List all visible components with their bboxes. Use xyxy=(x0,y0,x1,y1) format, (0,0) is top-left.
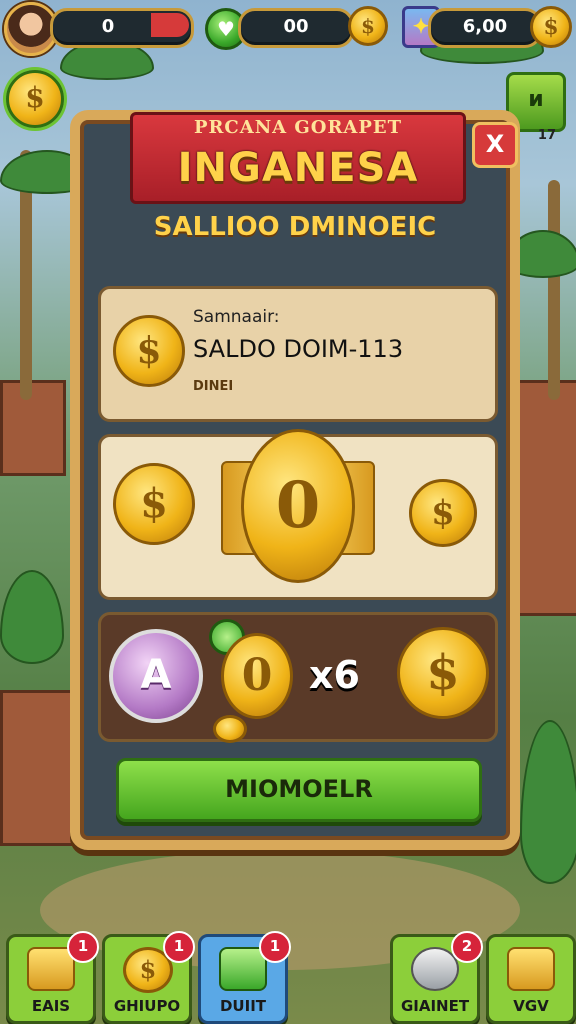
coin-icon: $ xyxy=(397,627,489,719)
ribbon-subheading: PRCANA GORAPET xyxy=(193,117,403,138)
badge-letter: A xyxy=(140,652,172,698)
coin-icon: $ xyxy=(113,315,185,387)
notification-badge: 2 xyxy=(451,931,483,963)
bottom-nav-label: GIAINET xyxy=(400,997,470,1015)
dialog-title: INGANESA xyxy=(177,145,419,191)
multiplier-text: x6 xyxy=(309,653,360,697)
counter-bar-3: 6,00 xyxy=(428,8,542,48)
balance-value: SALDO DOIM-113 xyxy=(193,335,404,363)
gold-bar-icon xyxy=(507,947,555,991)
multiplier-card: A 0 x6 $ xyxy=(98,612,498,743)
balance-caption: DINEI xyxy=(193,379,234,394)
bottom-nav-item-2[interactable]: $ 1 GHIUPO xyxy=(102,931,195,1024)
bottom-nav-label: GHIUPO xyxy=(113,997,181,1015)
reward-dialog: PRCANA GORAPET INGANESA X SALLIOO DMINOE… xyxy=(70,110,520,850)
bottom-nav-label: DUIIT xyxy=(219,997,267,1015)
bottom-nav-label: VGV xyxy=(513,997,549,1015)
counter-1-value: 0 xyxy=(101,16,115,37)
dialog-subtitle: SALLIOO DMINOEIC xyxy=(153,212,437,242)
title-ribbon: PRCANA GORAPET INGANESA xyxy=(130,112,466,204)
close-button[interactable]: X xyxy=(472,122,518,168)
big-coin-value: 0 xyxy=(275,468,321,543)
notification-badge: 1 xyxy=(259,931,291,963)
bottom-nav-item-3[interactable]: 1 DUIIT xyxy=(198,931,291,1024)
hut-left-front xyxy=(0,690,76,846)
coin-icon[interactable]: $ xyxy=(348,6,388,46)
bush-right xyxy=(520,720,576,884)
badge-a-icon: A xyxy=(109,629,203,723)
bottom-nav-item-5[interactable]: VGV xyxy=(486,934,576,1024)
palm-trunk-right xyxy=(548,180,560,400)
balance-label: Samnaair: xyxy=(193,307,280,327)
coin-icon[interactable]: $ xyxy=(530,6,572,48)
counter-2-value: 00 xyxy=(283,16,309,37)
bottom-nav-item-4[interactable]: 2 GIAINET xyxy=(390,931,483,1024)
bush-left xyxy=(0,570,64,664)
counter-bar-1: 0 xyxy=(50,8,194,48)
notification-badge: 1 xyxy=(163,931,195,963)
side-button-glyph: ᴎ xyxy=(528,87,544,112)
collect-button[interactable]: MIOMOELR xyxy=(116,758,482,822)
side-coin-icon[interactable]: $ xyxy=(6,70,64,128)
close-icon: X xyxy=(485,130,505,158)
counter-3-value: 6,00 xyxy=(462,16,508,37)
coin-icon: $ xyxy=(409,479,477,547)
small-coin-value: 0 xyxy=(241,650,273,701)
coin-display-card: $ 0 $ xyxy=(98,429,498,600)
notification-badge: 1 xyxy=(67,931,99,963)
side-button-count: 17 xyxy=(537,128,556,143)
hut-right xyxy=(512,380,576,616)
big-coin: 0 xyxy=(241,429,355,583)
hut-left xyxy=(0,380,66,476)
coin-icon xyxy=(213,715,247,743)
bottom-nav-item-1[interactable]: 1 EAIS xyxy=(6,931,99,1024)
counter-bar-2: 00 xyxy=(238,8,354,48)
bottom-nav-label: EAIS xyxy=(31,997,71,1015)
small-coin: 0 xyxy=(221,633,293,719)
coin-icon: $ xyxy=(113,463,195,545)
balance-card: $ Samnaair: SALDO DOIM-113 DINEI xyxy=(98,286,498,422)
